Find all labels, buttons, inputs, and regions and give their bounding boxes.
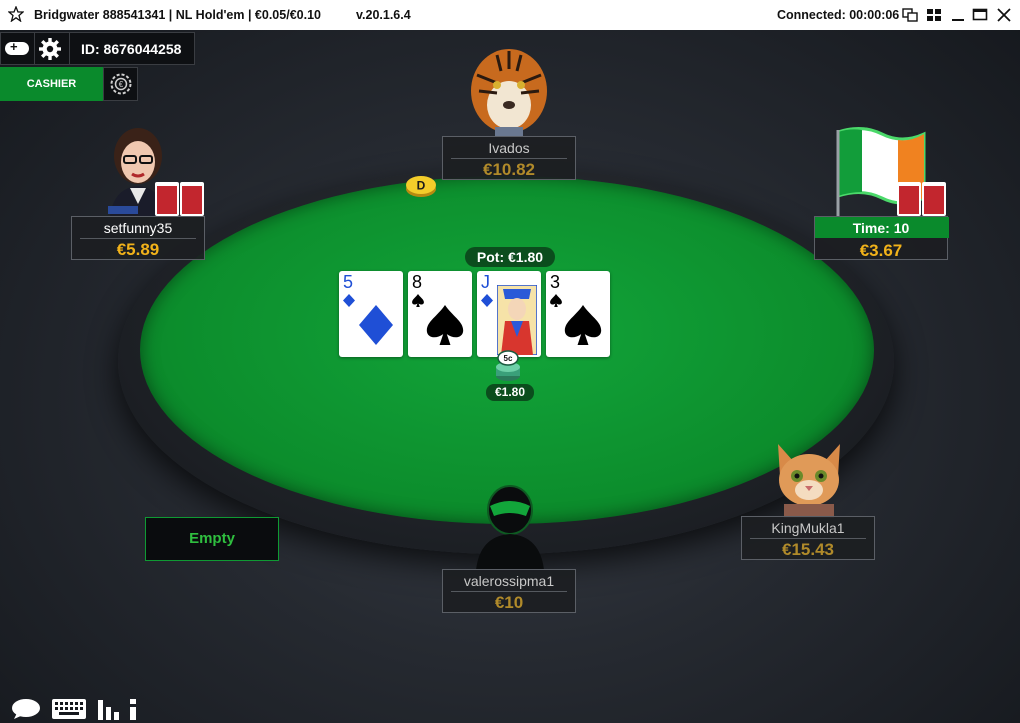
player-name: valerossipma1 [463,573,555,589]
diamond-suit-icon [359,305,393,345]
spade-suit-icon [564,305,602,345]
cashier-button[interactable]: CASHIER [0,67,103,101]
nameplate-divider [451,158,567,159]
bet-chip-stack: 5c [496,350,520,381]
player-name: KingMukla1 [771,520,845,536]
maximize-icon[interactable] [972,7,988,23]
community-card-jack-diamonds: J [477,271,541,357]
info-icon[interactable] [127,698,139,720]
player-seat-ivados[interactable]: Ivados €10.82 [442,136,576,180]
star-icon[interactable] [8,6,24,22]
nameplate-divider [451,591,567,592]
diamond-suit-icon [343,294,355,307]
player-seat-setfunny35[interactable]: setfunny35 €5.89 [71,216,205,260]
dealer-label: D [417,179,426,193]
masked-avatar [476,485,544,570]
hole-cards-back [897,182,946,216]
player-name: setfunny35 [103,220,173,236]
card-rank: 8 [412,272,423,292]
player-name: Ivados [488,140,530,156]
player-seat-kingmukla1[interactable]: KingMukla1 €15.43 [741,516,875,560]
pot-label: Pot: €1.80 [465,247,555,267]
title-bar: Bridgwater 888541341 | NL Hold'em | €0.0… [0,0,1020,30]
bet-amount: €1.80 [486,384,534,401]
nameplate-divider [750,538,866,539]
community-card-5-diamonds: 5 [339,271,403,357]
spade-suit-icon [426,305,464,345]
card-rank: J [481,272,490,292]
card-rank: 5 [343,272,354,292]
player-stack: €5.89 [116,240,160,259]
svg-text:€: € [119,80,124,89]
dealer-button: D [406,176,436,197]
player-stack: €10 [494,593,524,612]
player-seat-valerossipma1[interactable]: valerossipma1 €10 [442,569,576,613]
chat-icon[interactable] [11,698,41,720]
player-seat-active-timer[interactable]: Time: 10 €3.67 [814,216,949,260]
community-card-3-spades: 3 [546,271,610,357]
window-title: Bridgwater 888541341 | NL Hold'em | €0.0… [34,8,321,22]
cashier-label: CASHIER [26,78,77,90]
top-toolbar: + ID: 8676044258 [0,32,195,65]
grid-view-icon[interactable] [926,7,942,23]
player-stack: €15.43 [782,540,834,559]
gear-icon[interactable] [38,37,62,61]
tiger-avatar [471,49,547,137]
toolbar-divider [69,33,70,64]
community-card-8-spades: 8 [408,271,472,357]
chip-settings-button[interactable]: € [103,67,138,101]
action-timer-label: Time: 10 [852,220,910,236]
connection-status: Connected: 00:00:06 [777,8,900,22]
diamond-suit-icon [481,294,493,307]
jack-face-icon [497,285,537,355]
keyboard-icon[interactable] [51,698,87,720]
tile-windows-icon[interactable] [902,7,918,23]
spade-suit-icon [550,294,562,307]
toolbar-divider [34,33,35,64]
stats-icon[interactable] [97,698,121,720]
empty-seat-button[interactable]: Empty [145,517,279,561]
spade-suit-icon [412,294,424,307]
plus-icon: + [10,39,18,54]
version-label: v.20.1.6.4 [356,8,411,22]
poker-chip-icon: € [110,73,132,95]
player-id: ID: 8676044258 [81,41,182,57]
bet-chip-label: 5c [504,354,513,363]
minimize-icon[interactable] [950,7,966,23]
hole-cards-back [155,182,204,216]
menu-toggle-button[interactable]: + [5,39,29,55]
close-icon[interactable] [996,7,1012,23]
kitten-avatar [778,444,840,518]
card-rank: 3 [550,272,561,292]
nameplate-divider [80,238,196,239]
player-stack: €3.67 [859,241,903,260]
player-stack: €10.82 [483,160,535,179]
